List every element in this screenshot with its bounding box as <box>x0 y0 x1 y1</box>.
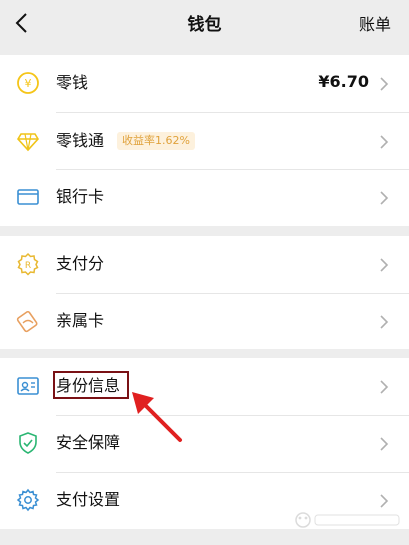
row-label: 支付分 <box>56 254 105 273</box>
score-badge-icon: R <box>17 252 39 276</box>
highlight-box <box>53 371 129 399</box>
chevron-right-icon <box>380 315 389 329</box>
diamond-icon <box>17 133 39 152</box>
row-pay-score[interactable]: R 支付分 <box>0 236 409 293</box>
wallet-section-credit: R 支付分 亲属卡 <box>0 236 409 349</box>
chevron-right-icon <box>380 135 389 149</box>
wallet-section-balance: ¥ 零钱 ¥6.70 零钱通 收益率1.62% 银行卡 <box>0 55 409 226</box>
chevron-right-icon <box>380 380 389 394</box>
gear-icon <box>16 488 40 512</box>
shield-check-icon <box>19 432 37 454</box>
row-family-card[interactable]: 亲属卡 <box>0 293 409 350</box>
row-label: 零钱 <box>56 73 89 92</box>
page-title: 钱包 <box>187 15 222 35</box>
chevron-right-icon <box>380 494 389 508</box>
balance-amount: ¥6.70 <box>318 72 369 91</box>
yuan-coin-icon: ¥ <box>17 72 39 94</box>
yield-badge: 收益率1.62% <box>117 132 195 150</box>
svg-text:R: R <box>25 261 31 271</box>
chevron-right-icon <box>380 258 389 272</box>
chevron-right-icon <box>380 191 389 205</box>
row-security[interactable]: 安全保障 <box>0 415 409 472</box>
chevron-right-icon <box>380 77 389 91</box>
row-bank-card[interactable]: 银行卡 <box>0 169 409 226</box>
row-change[interactable]: ¥ 零钱 ¥6.70 <box>0 55 409 112</box>
row-label: 亲属卡 <box>56 311 105 330</box>
bank-card-icon <box>17 189 39 205</box>
pointer-arrow-icon <box>132 392 182 442</box>
row-label: 安全保障 <box>56 433 121 452</box>
top-bar: 钱包 账单 <box>0 0 409 46</box>
row-label: 银行卡 <box>56 187 105 206</box>
row-change-plus[interactable]: 零钱通 收益率1.62% <box>0 113 409 170</box>
row-label: 零钱通 <box>56 131 105 150</box>
watermark-logo-icon <box>295 512 400 528</box>
id-card-icon <box>17 377 39 395</box>
chevron-right-icon <box>380 437 389 451</box>
family-card-icon <box>16 310 38 333</box>
row-label: 支付设置 <box>56 490 121 509</box>
svg-text:¥: ¥ <box>25 77 32 90</box>
bill-button[interactable]: 账单 <box>359 11 391 35</box>
